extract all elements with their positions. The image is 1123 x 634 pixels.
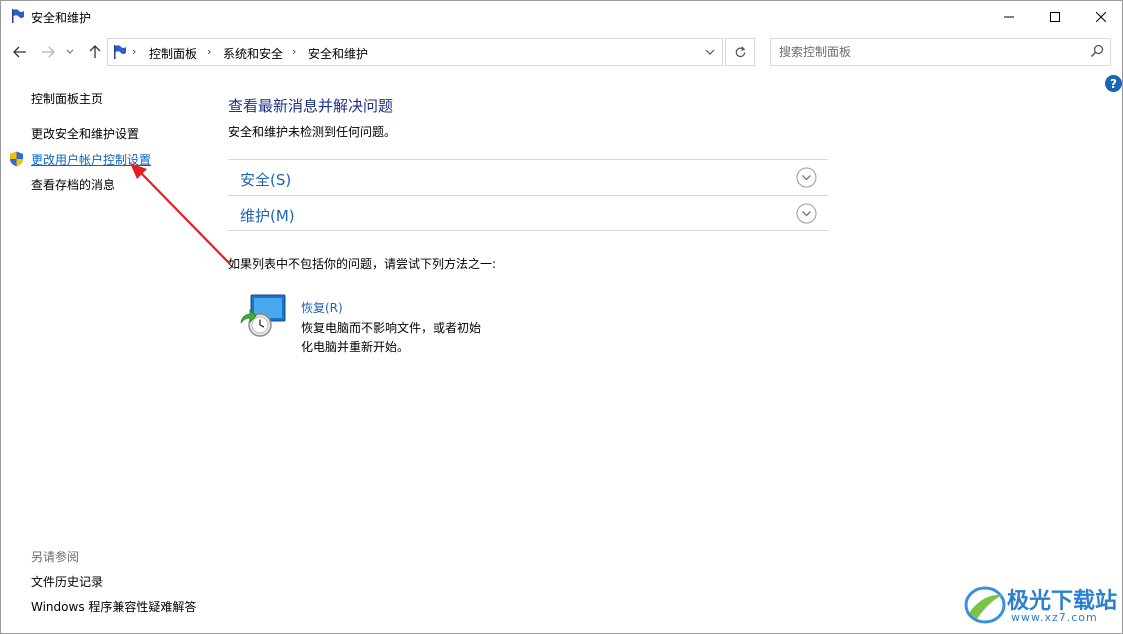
up-button[interactable]	[85, 41, 105, 63]
status-message: 安全和维护未检测到任何问题。	[228, 125, 397, 139]
section-maintenance-label: 维护(M)	[240, 207, 295, 225]
close-button[interactable]	[1078, 1, 1123, 32]
watermark-logo: 极光下载站 www.xz7.com	[963, 583, 1123, 627]
up-arrow-icon	[89, 45, 101, 58]
help-button[interactable]: ?	[1105, 75, 1122, 92]
chevron-down-icon	[705, 49, 715, 55]
refresh-icon	[735, 46, 745, 57]
control-panel-window: 安全和维护 › 控制面板 › 系统和安全 › 安全和维护 搜索控制面板 ? 控制…	[0, 0, 1123, 634]
sidebar-item-change-uac-settings[interactable]: 更改用户帐户控制设置	[31, 151, 151, 168]
breadcrumb-system-security[interactable]: 系统和安全	[223, 45, 283, 62]
expand-chevron-icon[interactable]	[796, 167, 817, 188]
page-title: 查看最新消息并解决问题	[228, 97, 394, 115]
navigation-bar: › 控制面板 › 系统和安全 › 安全和维护	[1, 37, 1122, 67]
section-security-label: 安全(S)	[240, 171, 292, 189]
maximize-button[interactable]	[1032, 1, 1078, 32]
sidebar-item-home[interactable]: 控制面板主页	[31, 90, 103, 107]
close-icon	[1096, 11, 1106, 22]
uac-shield-icon	[10, 151, 23, 167]
title-bar: 安全和维护	[1, 1, 1122, 32]
recent-locations-button[interactable]	[63, 41, 77, 63]
sidebar-item-archived-messages[interactable]: 查看存档的消息	[31, 176, 115, 193]
maximize-icon	[1050, 11, 1060, 22]
breadcrumb-separator-icon: ›	[207, 45, 212, 58]
minimize-button[interactable]	[986, 1, 1032, 32]
forward-button[interactable]	[38, 41, 58, 63]
breadcrumb-separator-icon: ›	[132, 45, 137, 58]
sidebar-item-change-security-settings[interactable]: 更改安全和维护设置	[31, 125, 139, 142]
watermark-url: www.xz7.com	[1011, 611, 1098, 624]
flag-icon	[114, 45, 126, 59]
window-title: 安全和维护	[31, 11, 92, 25]
back-button[interactable]	[10, 41, 30, 63]
watermark-swoosh-icon	[964, 586, 1006, 624]
flag-icon	[12, 9, 24, 23]
section-security[interactable]: 安全(S)	[228, 159, 828, 195]
breadcrumb-control-panel[interactable]: 控制面板	[149, 45, 197, 62]
recovery-description: 恢复电脑而不影响文件，或者初始化电脑并重新开始。	[301, 321, 482, 354]
section-maintenance[interactable]: 维护(M)	[228, 195, 828, 231]
recovery-link[interactable]: 恢复(R)	[301, 299, 343, 316]
expand-chevron-icon[interactable]	[796, 203, 817, 224]
see-also-heading: 另请参阅	[31, 550, 80, 564]
minimize-icon	[1004, 16, 1014, 17]
chevron-down-icon	[66, 49, 74, 54]
annotation-arrow	[130, 163, 231, 265]
search-icon[interactable]	[1090, 44, 1104, 58]
search-input[interactable]	[771, 39, 1071, 65]
breadcrumb-separator-icon: ›	[292, 45, 297, 58]
troubleshoot-hint: 如果列表中不包括你的问题，请尝试下列方法之一:	[228, 257, 497, 271]
breadcrumb-security-maintenance[interactable]: 安全和维护	[308, 45, 368, 62]
forward-arrow-icon	[42, 46, 55, 58]
search-box	[770, 38, 1111, 66]
address-bar[interactable]: › 控制面板 › 系统和安全 › 安全和维护	[107, 38, 723, 66]
address-dropdown-button[interactable]	[698, 39, 722, 65]
refresh-button[interactable]	[725, 38, 755, 66]
see-also-file-history[interactable]: 文件历史记录	[31, 573, 103, 590]
recovery-icon	[240, 294, 286, 337]
back-arrow-icon	[13, 46, 26, 58]
see-also-compatibility-troubleshooter[interactable]: Windows 程序兼容性疑难解答	[31, 598, 196, 615]
